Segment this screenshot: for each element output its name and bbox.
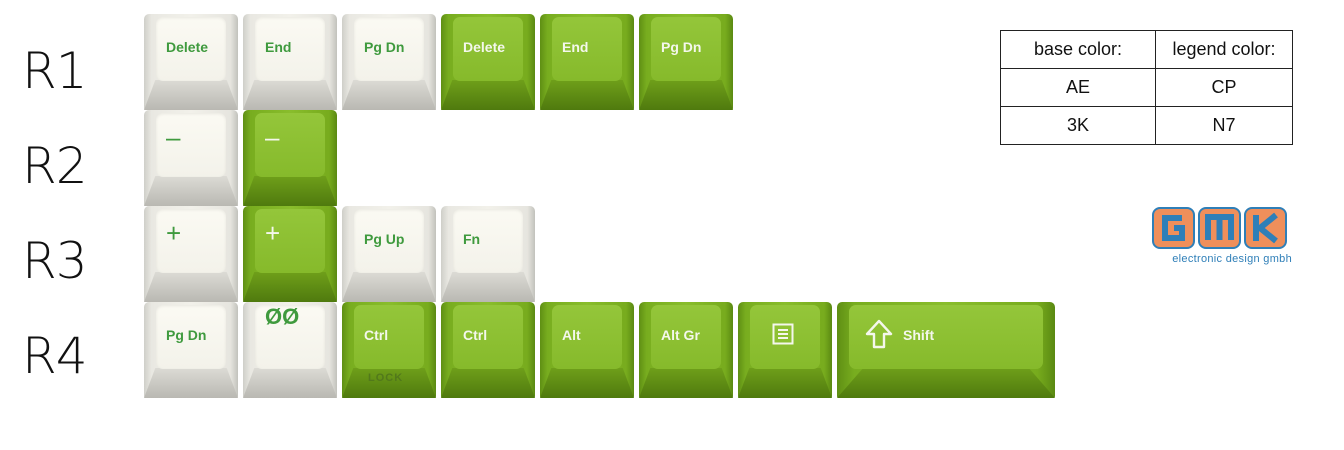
keycap-legend: Pg Dn (166, 327, 207, 343)
row-label-r1: R1 (22, 42, 88, 100)
row-label-r4: R4 (22, 327, 88, 385)
logo-letter-k (1244, 207, 1287, 249)
menu-icon (772, 323, 794, 345)
keycap-end-white[interactable]: End (243, 14, 337, 110)
logo-letter-m (1198, 207, 1241, 249)
keycap-legend: – (265, 122, 280, 152)
keycap-legend: Shift (903, 327, 935, 343)
keycap-fn-white[interactable]: Fn (441, 206, 535, 302)
color-code-table: base color: legend color: AE CP 3K N7 (1000, 30, 1293, 145)
keycap-legend: Delete (166, 39, 209, 55)
table-row: base color: legend color: (1000, 30, 1293, 69)
table-cell: N7 (1155, 106, 1293, 145)
logo-letter-g (1152, 207, 1195, 249)
keycap-ctrl-green[interactable]: Ctrl (441, 302, 535, 398)
keycap-legend: Pg Dn (364, 39, 405, 55)
keycap-pgdn-white-r4[interactable]: Pg Dn (144, 302, 238, 398)
keycap-legend: Fn (463, 231, 481, 247)
keycap-delete-green[interactable]: Delete (441, 14, 535, 110)
keycap-legend: + (265, 218, 281, 248)
keycap-legend: End (562, 39, 589, 55)
keycap-sublegend: LOCK (368, 372, 404, 384)
keycap-pgup-white[interactable]: Pg Up (342, 206, 436, 302)
keycap-delete-white[interactable]: Delete (144, 14, 238, 110)
keycap-alt-green[interactable]: Alt (540, 302, 634, 398)
row-label-r2: R2 (22, 137, 88, 195)
row-label-r3: R3 (22, 232, 88, 290)
keycap-legend: + (166, 218, 182, 248)
table-cell: 3K (1000, 106, 1156, 145)
table-row: 3K N7 (1000, 106, 1293, 145)
table-cell: AE (1000, 68, 1156, 107)
keycap-pgdn-green[interactable]: Pg Dn (639, 14, 733, 110)
keycap-minus-green[interactable]: – (243, 110, 337, 206)
keycap-plus-white[interactable]: + (144, 206, 238, 302)
keycap-menu-green[interactable] (738, 302, 832, 398)
keycap-ctrl-lock-green[interactable]: Ctrl LOCK (342, 302, 436, 398)
keycap-legend: Alt Gr (661, 327, 700, 343)
table-row: AE CP (1000, 68, 1293, 107)
keycap-plus-green[interactable]: + (243, 206, 337, 302)
keycap-legend: End (265, 39, 292, 55)
shift-arrow-icon (865, 319, 893, 349)
keycap-legend: Pg Up (364, 231, 405, 247)
keycap-legend: Alt (562, 327, 581, 343)
keycap-pgdn-white[interactable]: Pg Dn (342, 14, 436, 110)
keycap-legend: ØØ (265, 304, 300, 329)
keycap-end-green[interactable]: End (540, 14, 634, 110)
keycap-shift-green[interactable]: Shift (837, 302, 1055, 398)
keycap-legend: – (166, 122, 181, 152)
keycap-legend: Pg Dn (661, 39, 702, 55)
logo-tagline: electronic design gmbh (1172, 253, 1292, 265)
keycap-legend: Ctrl (463, 327, 488, 343)
keycap-minus-white[interactable]: – (144, 110, 238, 206)
keycap-legend: Ctrl (364, 327, 389, 343)
table-header-legend-color: legend color: (1155, 30, 1293, 69)
keycap-double-zero-white[interactable]: ØØ (243, 302, 337, 398)
gmk-logo: electronic design gmbh (1152, 207, 1292, 265)
keycap-legend: Delete (463, 39, 506, 55)
keycap-altgr-green[interactable]: Alt Gr (639, 302, 733, 398)
table-header-base-color: base color: (1000, 30, 1156, 69)
table-cell: CP (1155, 68, 1293, 107)
